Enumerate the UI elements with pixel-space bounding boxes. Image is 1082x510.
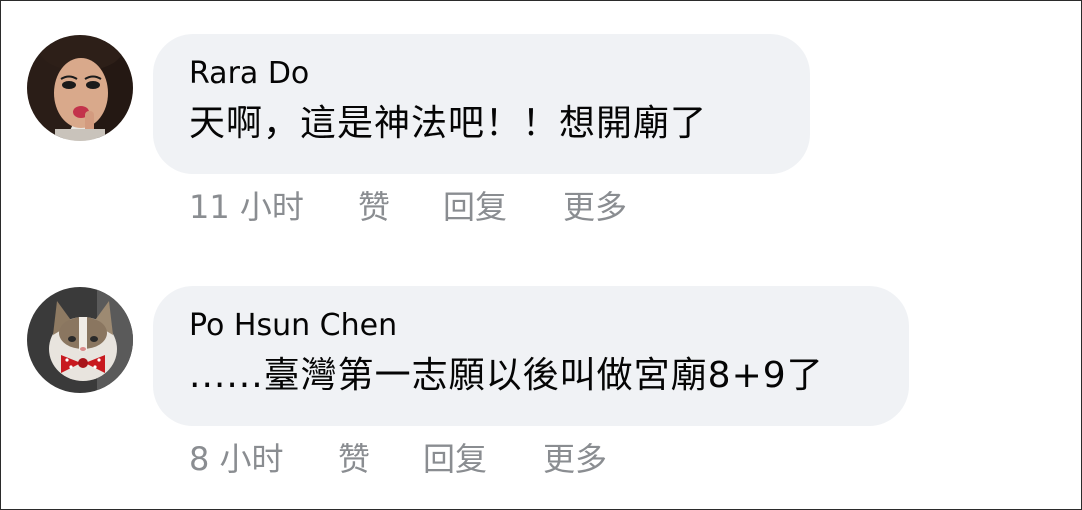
more-button[interactable]: 更多 xyxy=(563,187,627,227)
more-button[interactable]: 更多 xyxy=(543,439,607,479)
avatar[interactable] xyxy=(27,287,133,393)
like-button[interactable]: 赞 xyxy=(358,187,390,227)
avatar[interactable] xyxy=(27,35,133,141)
reply-button[interactable]: 回复 xyxy=(423,439,487,479)
cat-with-bowtie-icon xyxy=(27,287,133,393)
comment-bubble: Po Hsun Chen ......臺灣第一志願以後叫做宮廟8+9了 xyxy=(153,286,909,426)
comment-timestamp[interactable]: 8 小时 xyxy=(189,439,284,479)
woman-portrait-icon xyxy=(27,35,133,141)
comments-panel: Rara Do 天啊，這是神法吧！！想開廟了 11 小时 赞 回复 更多 Po … xyxy=(0,0,1082,510)
comment-timestamp[interactable]: 11 小时 xyxy=(189,187,304,227)
comment-author[interactable]: Po Hsun Chen xyxy=(189,308,871,344)
comment-author[interactable]: Rara Do xyxy=(189,56,772,92)
comment-bubble: Rara Do 天啊，這是神法吧！！想開廟了 xyxy=(153,34,810,174)
comment-text: ......臺灣第一志願以後叫做宮廟8+9了 xyxy=(189,355,824,396)
comment-text: 天啊，這是神法吧！！想開廟了 xyxy=(189,103,708,144)
reply-button[interactable]: 回复 xyxy=(443,187,507,227)
like-button[interactable]: 赞 xyxy=(338,439,370,479)
